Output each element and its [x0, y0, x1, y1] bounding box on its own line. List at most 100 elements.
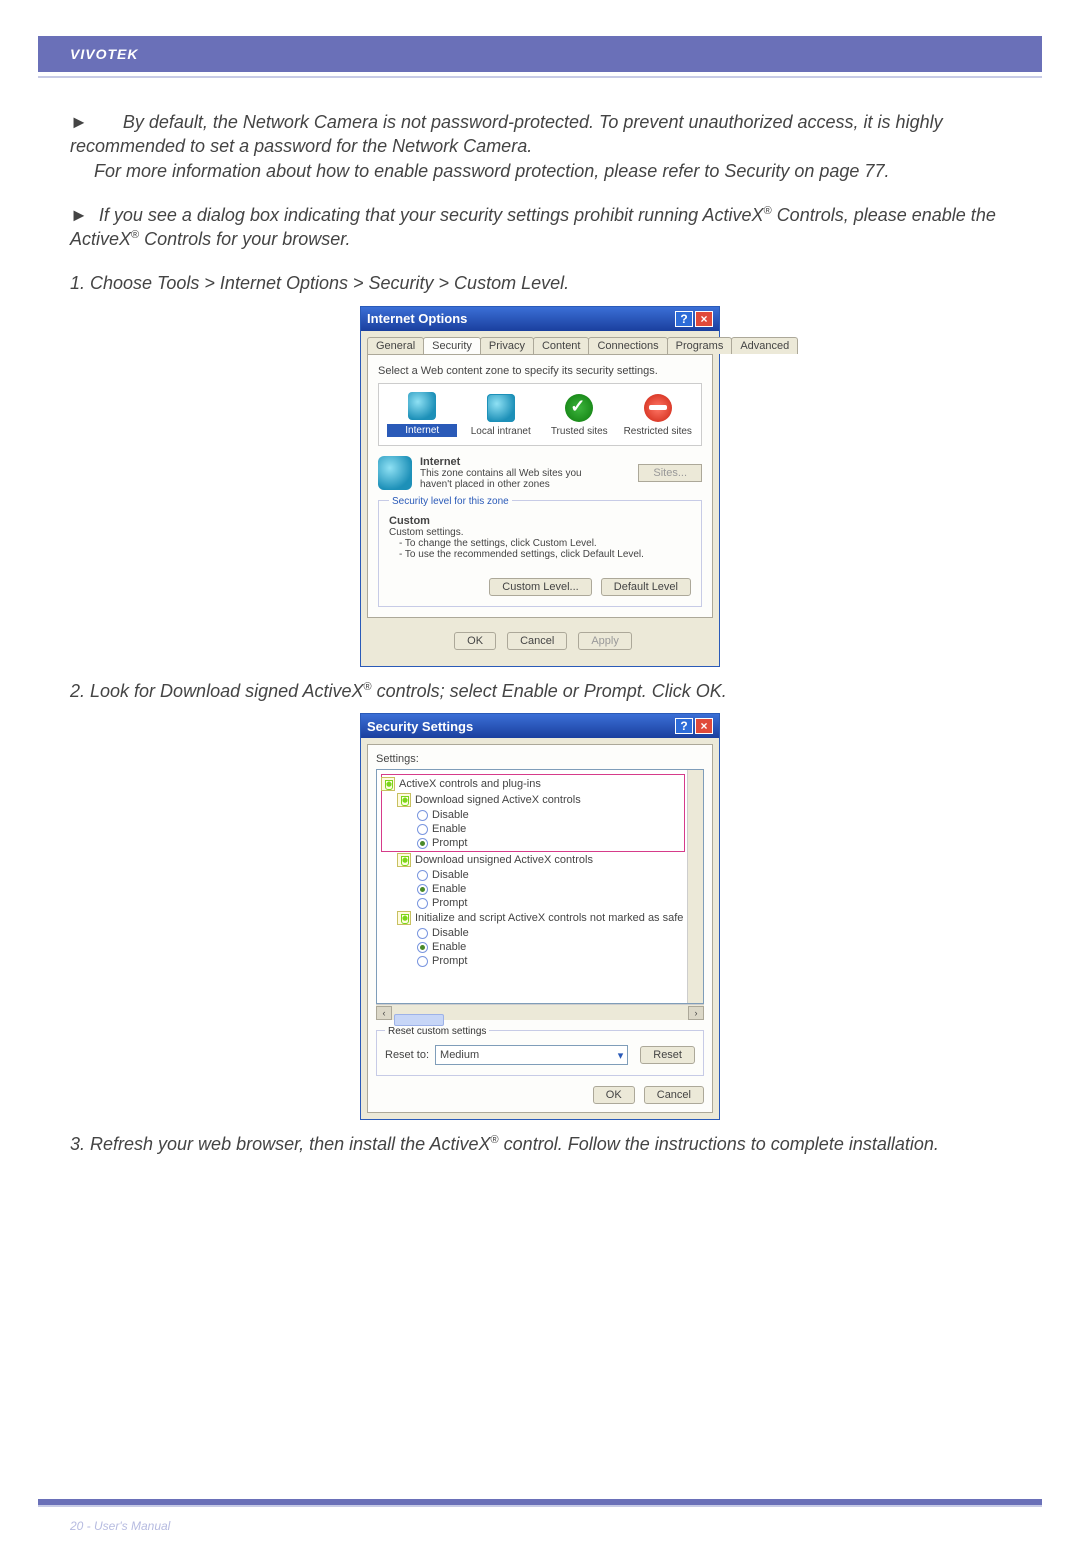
- item-label: Download signed ActiveX controls: [415, 794, 581, 806]
- ok-button[interactable]: OK: [593, 1086, 635, 1104]
- globe-icon: [487, 394, 515, 422]
- zone-name: Internet: [420, 456, 610, 468]
- custom-level-button[interactable]: Custom Level...: [489, 578, 591, 596]
- radio-enable[interactable]: Enable: [417, 940, 685, 954]
- custom-li2: - To use the recommended settings, click…: [399, 549, 691, 560]
- tree-item-download-signed: Download signed ActiveX controls: [397, 792, 685, 808]
- radio-icon: [417, 884, 428, 895]
- step2-a: 2. Look for Download signed ActiveX: [70, 681, 364, 701]
- step2-ok: OK: [696, 681, 722, 701]
- default-level-button[interactable]: Default Level: [601, 578, 691, 596]
- chevron-down-icon: ▾: [618, 1049, 624, 1062]
- zone-prompt: Select a Web content zone to specify its…: [378, 365, 702, 377]
- tab-security[interactable]: Security: [423, 337, 481, 354]
- note1-line2: For more information about how to enable…: [94, 159, 1010, 183]
- item-label: Initialize and script ActiveX controls n…: [415, 912, 683, 924]
- zone-internet[interactable]: Internet: [387, 392, 457, 437]
- scroll-left-icon[interactable]: ‹: [376, 1006, 392, 1020]
- tree-item-init-script: Initialize and script ActiveX controls n…: [397, 910, 685, 926]
- settings-listbox[interactable]: ActiveX controls and plug-ins Download s…: [376, 769, 704, 1004]
- vertical-scrollbar[interactable]: [687, 770, 703, 1003]
- radio-label: Enable: [432, 941, 466, 953]
- help-icon[interactable]: ?: [675, 311, 693, 327]
- globe-icon: [408, 392, 436, 420]
- zone-info-row: Internet This zone contains all Web site…: [378, 456, 702, 490]
- radio-icon: [417, 810, 428, 821]
- dialog-title: Internet Options: [367, 311, 467, 326]
- scroll-thumb[interactable]: [394, 1014, 444, 1026]
- step-3: 3. Refresh your web browser, then instal…: [70, 1132, 1010, 1156]
- step2-b: controls; select Enable or Prompt. Click: [377, 681, 696, 701]
- radio-disable[interactable]: Disable: [417, 868, 685, 882]
- internet-options-dialog: Internet Options ? × General Security Pr…: [360, 306, 720, 667]
- fieldset-legend: Security level for this zone: [389, 496, 512, 507]
- zone-trusted-sites[interactable]: Trusted sites: [544, 394, 614, 437]
- ok-button[interactable]: OK: [454, 632, 496, 650]
- step3-a: 3. Refresh your web browser, then instal…: [70, 1134, 491, 1154]
- settings-panel: Settings: ActiveX controls and plug-ins …: [367, 744, 713, 1113]
- tab-connections[interactable]: Connections: [588, 337, 667, 354]
- cancel-button[interactable]: Cancel: [644, 1086, 704, 1104]
- radio-icon: [417, 838, 428, 849]
- step-2: 2. Look for Download signed ActiveX® con…: [70, 679, 1010, 703]
- sites-button[interactable]: Sites...: [638, 464, 702, 482]
- tab-privacy[interactable]: Privacy: [480, 337, 534, 354]
- step3-b: control. Follow the instructions to comp…: [504, 1134, 939, 1154]
- bullet-arrow: ►: [70, 112, 88, 132]
- radio-icon: [417, 824, 428, 835]
- custom-sub: Custom settings.: [389, 527, 691, 538]
- reset-combo[interactable]: Medium ▾: [435, 1045, 628, 1065]
- radio-label: Disable: [432, 927, 469, 939]
- page-content: ► By default, the Network Camera is not …: [0, 78, 1080, 1156]
- scroll-right-icon[interactable]: ›: [688, 1006, 704, 1020]
- radio-icon: [417, 870, 428, 881]
- security-level-fieldset: Security level for this zone Custom Cust…: [378, 500, 702, 607]
- reset-button[interactable]: Reset: [640, 1046, 695, 1064]
- restrict-icon: [644, 394, 672, 422]
- radio-label: Prompt: [432, 837, 467, 849]
- custom-label: Custom: [389, 515, 691, 527]
- zone-local-intranet[interactable]: Local intranet: [466, 394, 536, 437]
- reset-to-label: Reset to:: [385, 1049, 429, 1061]
- radio-prompt[interactable]: Prompt: [417, 836, 685, 850]
- step2-period: .: [722, 681, 727, 701]
- radio-disable[interactable]: Disable: [417, 926, 685, 940]
- horizontal-scrollbar[interactable]: ‹ ›: [376, 1004, 704, 1020]
- close-icon[interactable]: ×: [695, 718, 713, 734]
- cancel-button[interactable]: Cancel: [507, 632, 567, 650]
- tab-programs[interactable]: Programs: [667, 337, 733, 354]
- registered-mark: ®: [764, 205, 772, 217]
- help-icon[interactable]: ?: [675, 718, 693, 734]
- gear-icon: [397, 911, 411, 925]
- radio-icon: [417, 928, 428, 939]
- note2-part-a: If you see a dialog box indicating that …: [99, 205, 764, 225]
- page-number: 20 - User's Manual: [70, 1519, 170, 1533]
- radio-icon: [417, 956, 428, 967]
- note2-part-c: Controls for your browser.: [144, 229, 350, 249]
- radio-prompt[interactable]: Prompt: [417, 954, 685, 968]
- zone-description: This zone contains all Web sites you hav…: [420, 468, 610, 490]
- dialog-title: Security Settings: [367, 719, 473, 734]
- registered-mark: ®: [364, 681, 372, 693]
- brand-label: VIVOTEK: [70, 46, 138, 62]
- radio-label: Prompt: [432, 897, 467, 909]
- registered-mark: ®: [131, 229, 139, 241]
- tab-advanced[interactable]: Advanced: [731, 337, 798, 354]
- apply-button[interactable]: Apply: [578, 632, 632, 650]
- radio-disable[interactable]: Disable: [417, 808, 685, 822]
- registered-mark: ®: [491, 1134, 499, 1146]
- close-icon[interactable]: ×: [695, 311, 713, 327]
- dialog-footer: OK Cancel Apply: [367, 618, 713, 660]
- zone-restricted-sites[interactable]: Restricted sites: [623, 394, 693, 437]
- tab-general[interactable]: General: [367, 337, 424, 354]
- radio-enable[interactable]: Enable: [417, 882, 685, 896]
- tree-item-download-unsigned: Download unsigned ActiveX controls: [397, 852, 685, 868]
- screenshot-security-settings: Security Settings ? × Settings: ActiveX …: [70, 713, 1010, 1120]
- gear-icon: [397, 853, 411, 867]
- radio-prompt[interactable]: Prompt: [417, 896, 685, 910]
- tab-content[interactable]: Content: [533, 337, 590, 354]
- radio-enable[interactable]: Enable: [417, 822, 685, 836]
- radio-label: Disable: [432, 809, 469, 821]
- radio-label: Enable: [432, 883, 466, 895]
- screenshot-internet-options: Internet Options ? × General Security Pr…: [70, 306, 1010, 667]
